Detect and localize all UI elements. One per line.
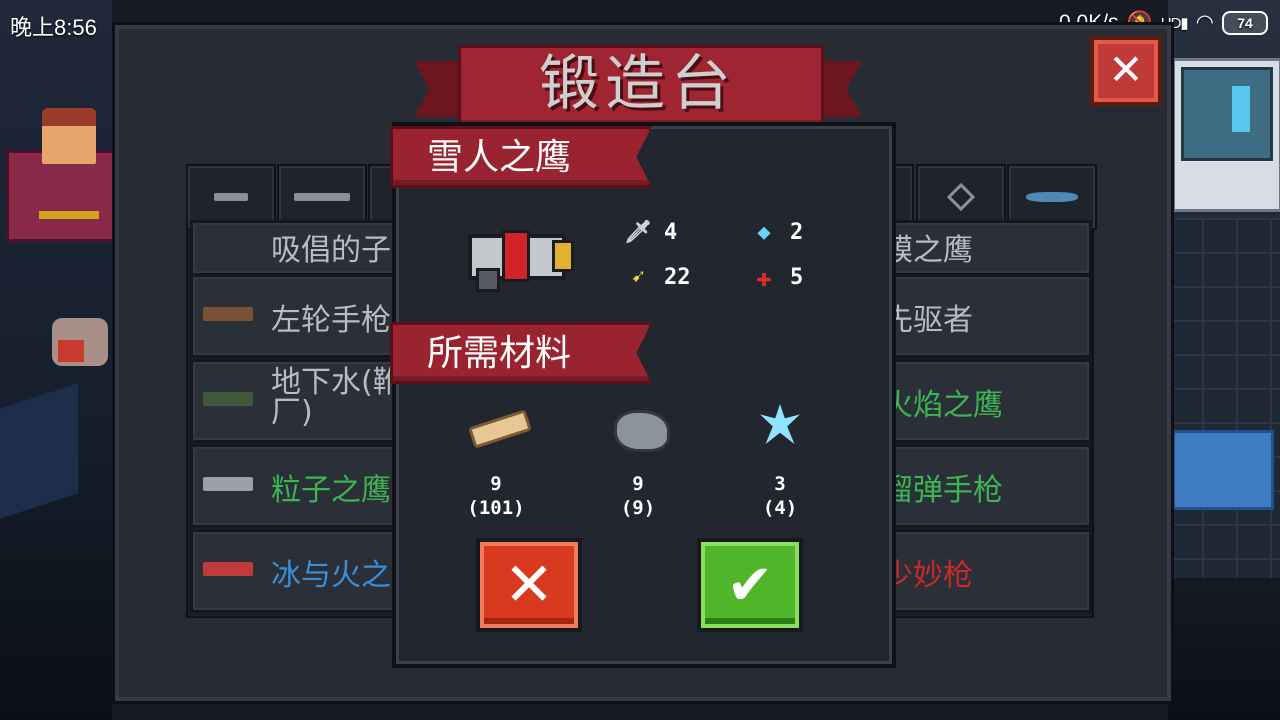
close-icon: ✕ [1108,45,1144,94]
stat-energy: ◆ 2 [752,220,803,245]
material-owned: (101) [467,497,525,519]
weapon-name: 少妙枪 [883,558,973,593]
material-count-wood: 9 (101) [456,472,536,520]
weapon-row[interactable]: 少妙枪 [880,529,1092,613]
energy-gem-icon: ◆ [757,220,771,245]
diamond-icon [946,182,976,212]
smg-icon [203,392,253,406]
pet-character [52,318,108,366]
forge-title: 锻造台 [539,49,737,119]
snowman-eagle-gun-icon [458,224,574,292]
npc-character [42,108,96,164]
sword-icon: 🗡 [624,220,652,245]
weapon-name: 粒子之鹰 [271,473,391,508]
materials-banner: 所需材料 [390,322,652,384]
material-required: 9 [632,473,644,495]
weapon-name: 吸倡的子 [271,233,391,268]
stat-crit-value: 5 [790,265,804,290]
revolver-icon [203,307,253,321]
weapon-name: 馍之鹰 [883,233,973,268]
bullet-icon: ➹ [631,265,645,290]
blue-mat [1172,430,1274,510]
weapon-row[interactable]: 馍之鹰 [880,220,1092,276]
floor-tiles [1168,218,1280,578]
weapon-name: 先驱者 [883,303,973,338]
background-scene-right [1168,0,1280,720]
weapon-name-banner: 雪人之鹰 [390,126,652,188]
pistol-icon [214,193,248,201]
background-scene-left [0,0,116,720]
weapon-name: 地下水(靴 厂) [271,365,403,430]
weapon-name: 冰与火之 [271,558,391,593]
weapon-row[interactable]: 火焰之鹰 [880,359,1092,443]
x-icon: ✕ [503,550,555,620]
weapon-row[interactable]: 左轮手枪 [190,274,406,358]
stat-damage: 🗡 4 [624,220,678,245]
material-owned: (4) [762,497,798,519]
rifle-icon [294,193,350,201]
battery-indicator: 74 [1222,10,1268,35]
stat-crit: ✚ 5 [752,262,804,293]
material-count-crystal: 3 (4) [740,472,820,520]
iron-ore-icon [610,404,670,452]
stat-damage-value: 4 [664,220,678,245]
close-forge-button[interactable]: ✕ [1090,36,1162,106]
weapon-name: 左轮手枪 [271,303,391,338]
stat-energy-value: 2 [790,220,804,245]
weapon-name: 火焰之鹰 [883,388,1003,423]
cancel-forge-button[interactable]: ✕ [476,538,582,632]
confirm-forge-button[interactable]: ✔ [697,538,803,632]
material-required: 3 [774,473,786,495]
status-time: 晚上8:56 [10,15,97,40]
wood-plank-icon [468,404,532,450]
weapon-row[interactable]: 溜弹手枪 [880,444,1092,528]
material-owned: (9) [620,497,656,519]
material-count-ore: 9 (9) [598,472,678,520]
stat-ammo: ➹ 22 [626,265,691,290]
weapon-row[interactable]: 粒子之鹰 [190,444,406,528]
weapon-row[interactable]: 冰与火之 [190,529,406,613]
ice-fire-gun-icon [203,562,253,576]
fish-icon [1026,192,1078,202]
weapon-row[interactable]: 先驱者 [880,274,1092,358]
forge-dialog [392,122,896,668]
weapon-row[interactable]: 吸倡的子 [190,220,406,276]
weapon-name: 溜弹手枪 [883,473,1003,508]
wifi-icon: ◠ [1195,11,1214,34]
particle-eagle-icon [203,477,253,491]
stat-ammo-value: 22 [664,265,691,290]
machine-terminal [1172,58,1280,212]
checkmark-icon: ✔ [726,552,774,618]
material-required: 9 [490,473,502,495]
weapon-row[interactable]: 地下水(靴 厂) [190,359,406,443]
crosshair-icon: ✚ [756,262,772,293]
floor-block [0,383,78,519]
ice-crystal-icon [752,402,812,448]
